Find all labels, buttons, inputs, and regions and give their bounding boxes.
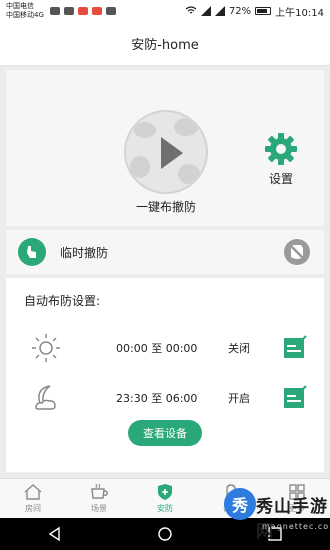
auto-arm-panel: 自动布防设置: 00:00 至 00:00 关闭 23:30 至 06:00 开…: [6, 278, 324, 472]
house-icon: [24, 484, 42, 500]
watermark-url: magnettec.com: [262, 522, 330, 531]
temporary-disarm-toggle[interactable]: [282, 237, 312, 267]
schedule-row: 00:00 至 00:00 关闭: [6, 328, 324, 368]
app-icon: [77, 7, 88, 15]
arm-label: 一键布撤防: [135, 200, 196, 214]
sun-icon: [32, 334, 60, 362]
tab-rooms[interactable]: 房间: [0, 479, 66, 518]
chart-icon: [105, 7, 116, 15]
temporary-disarm-label: 临时撤防: [60, 245, 109, 260]
gear-icon[interactable]: [264, 132, 298, 166]
decoration: [134, 122, 156, 138]
back-icon[interactable]: [47, 526, 63, 542]
schedule-time: 23:30 至 06:00: [116, 392, 198, 405]
system-indicators: 72% 上午10:14: [185, 4, 324, 19]
image-icon: [49, 7, 60, 15]
carrier-line1: 中国电信: [6, 2, 34, 10]
title-bar: 安防-home: [0, 22, 330, 66]
decoration: [174, 118, 198, 136]
view-devices-button[interactable]: 查看设备: [128, 420, 202, 446]
watermark-logo: 秀: [224, 488, 256, 520]
signal-icon: [214, 6, 225, 16]
auto-arm-title: 自动布防设置:: [24, 294, 101, 308]
temporary-disarm-row: 临时撤防: [6, 230, 324, 274]
battery-percent: 72%: [228, 5, 252, 17]
tab-label: 场景: [91, 504, 107, 513]
app-icon: [91, 7, 102, 15]
signal-icon: [200, 6, 211, 16]
schedule-state: 关闭: [228, 342, 250, 355]
arm-panel: 一键布撤防 设置: [6, 70, 324, 226]
tab-security[interactable]: 安防: [132, 479, 198, 518]
edit-icon[interactable]: [282, 384, 308, 410]
schedule-time: 00:00 至 00:00: [116, 342, 198, 355]
tab-label: 安防: [157, 504, 173, 513]
settings-label[interactable]: 设置: [258, 170, 304, 187]
notification-icons: [49, 7, 116, 15]
home-icon[interactable]: [157, 526, 173, 542]
status-bar: 中国电信 中国移动4G 72% 上午10:14: [0, 0, 330, 22]
chat-icon: [63, 7, 74, 15]
schedule-state: 开启: [228, 392, 250, 405]
schedule-row: 23:30 至 06:00 开启: [6, 378, 324, 418]
edit-icon[interactable]: [282, 334, 308, 360]
wifi-icon: [185, 6, 197, 14]
page-title: 安防-home: [131, 38, 199, 53]
moon-icon: [35, 385, 56, 410]
battery-icon: [255, 7, 272, 15]
cup-icon: [91, 483, 108, 499]
decoration: [130, 156, 150, 178]
tab-scenes[interactable]: 场景: [66, 479, 132, 518]
play-icon: [161, 137, 183, 169]
clock: 上午10:14: [275, 7, 324, 19]
hand-icon: [18, 238, 46, 266]
shield-icon: [158, 484, 172, 500]
one-key-arm-button[interactable]: [124, 110, 208, 194]
carrier-line2: 中国移动4G: [6, 11, 44, 19]
carrier-info: 中国电信 中国移动4G: [6, 2, 44, 20]
pointer-icon: [27, 246, 36, 258]
watermark-text: 秀山手游网: [256, 497, 328, 542]
tab-label: 房间: [25, 504, 41, 513]
